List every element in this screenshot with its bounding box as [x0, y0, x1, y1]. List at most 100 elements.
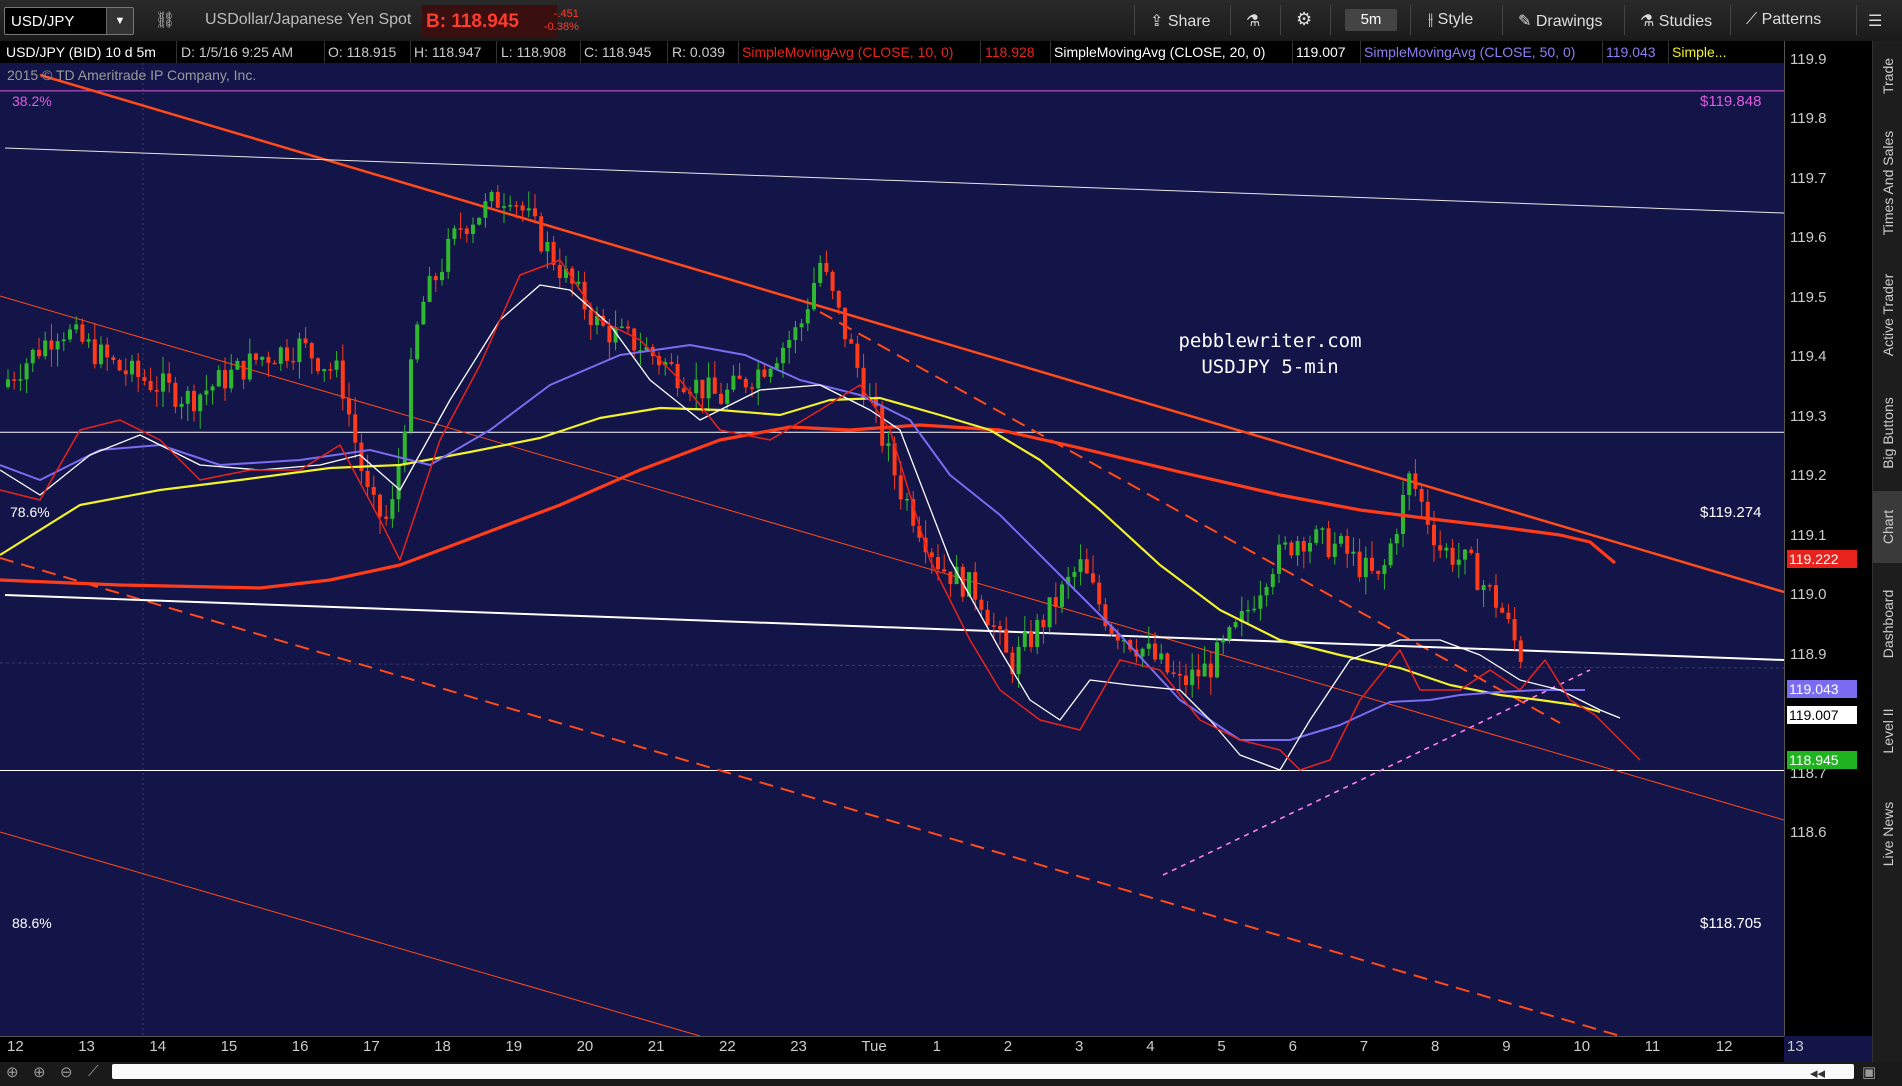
- candle-body: [1029, 632, 1033, 648]
- candle-body: [1264, 586, 1269, 596]
- candle-body: [272, 362, 277, 365]
- candle-body: [1270, 573, 1275, 587]
- time-tick-label: 4: [1146, 1038, 1155, 1055]
- candle-body: [68, 329, 72, 340]
- candle-body: [80, 324, 85, 342]
- time-axis[interactable]: [0, 1036, 1784, 1063]
- candle-body: [805, 309, 810, 324]
- candle-body: [607, 325, 612, 343]
- candle-body: [1171, 672, 1176, 674]
- candle-body: [1481, 585, 1486, 591]
- patterns-icon: ⟋: [1746, 11, 1758, 28]
- candle-body: [1506, 612, 1511, 620]
- chevron-left-icon[interactable]: ◂◂: [1810, 1064, 1825, 1082]
- candle-body: [161, 373, 165, 392]
- time-tick-label: Tue: [861, 1038, 887, 1055]
- candle-body: [458, 228, 463, 230]
- tab-dashboard[interactable]: Dashboard: [1873, 565, 1902, 683]
- price-tick-label: 119.3: [1790, 407, 1827, 425]
- candle-body: [37, 349, 41, 357]
- candle-body: [74, 324, 79, 330]
- sma10-label[interactable]: SimpleMovingAvg (CLOSE, 10, 0): [742, 44, 953, 60]
- candle-body: [787, 339, 792, 348]
- candle-body: [731, 375, 736, 390]
- candle-body: [781, 347, 785, 364]
- chart-title: USD/JPY (BID) 10 d 5m: [6, 44, 156, 60]
- symbol-selector[interactable]: USD/JPY ▼: [4, 7, 134, 35]
- tab-chart[interactable]: Chart: [1873, 491, 1902, 563]
- horizontal-scrollbar[interactable]: [112, 1064, 1854, 1079]
- candle-body: [123, 370, 128, 375]
- divider: [1360, 41, 1361, 63]
- candle-body: [743, 378, 748, 388]
- candle-body: [520, 205, 525, 211]
- price-tick-label: 119.6: [1790, 229, 1827, 247]
- candle-body: [173, 382, 178, 407]
- candle-body: [812, 282, 816, 310]
- expand-icon[interactable]: ▣: [1862, 1063, 1876, 1081]
- candle-body: [1438, 545, 1443, 551]
- drawing-tool-icon[interactable]: ⟋: [88, 1063, 99, 1080]
- flask-icon[interactable]: ⚗: [1246, 11, 1260, 31]
- pan-icon[interactable]: ⊕: [6, 1063, 19, 1081]
- candle-body: [1091, 573, 1095, 583]
- studies-button[interactable]: ⚗ Studies: [1640, 11, 1712, 31]
- time-tick-label: 19: [505, 1038, 523, 1055]
- candle-body: [204, 390, 209, 395]
- symbol-text: USD/JPY: [11, 13, 75, 30]
- price-tick-label: 119.5: [1790, 288, 1827, 306]
- candles: [6, 185, 1523, 698]
- time-tick-label: 2: [1003, 1038, 1013, 1055]
- style-button[interactable]: ⫲ Style: [1428, 11, 1473, 29]
- timeframe-selector[interactable]: 5m: [1345, 9, 1397, 31]
- chevron-down-icon[interactable]: ▼: [106, 8, 133, 34]
- drawings-button[interactable]: ✎ Drawings: [1518, 11, 1603, 31]
- candle-body: [24, 363, 29, 380]
- patterns-button[interactable]: ⟋ Patterns: [1746, 11, 1821, 29]
- tab-live-news[interactable]: Live News: [1873, 779, 1902, 889]
- candle-body: [1159, 653, 1164, 660]
- candle-body: [1463, 549, 1467, 560]
- candle-body: [1022, 632, 1027, 647]
- candle-body: [477, 217, 482, 225]
- candle-body: [371, 486, 376, 495]
- sma10-value: 118.928: [985, 44, 1035, 60]
- candle-body: [929, 552, 934, 558]
- gear-icon[interactable]: ⚙: [1296, 9, 1312, 30]
- sma-more-label[interactable]: Simple...: [1672, 44, 1726, 60]
- candle-body: [1314, 529, 1319, 543]
- divider: [496, 41, 497, 63]
- tab-level-ii[interactable]: Level II: [1873, 685, 1902, 777]
- candle-body: [539, 216, 544, 252]
- share-button[interactable]: ⇪ Share: [1150, 11, 1211, 31]
- candle-body: [365, 470, 370, 487]
- candle-body: [694, 379, 699, 394]
- sma50-label[interactable]: SimpleMovingAvg (CLOSE, 50, 0): [1364, 44, 1575, 60]
- tab-times-and-sales[interactable]: Times And Sales: [1873, 113, 1902, 253]
- candle-body: [725, 389, 730, 404]
- zoom-in-icon[interactable]: ⊕: [33, 1063, 46, 1081]
- price-chart[interactable]: [0, 63, 1784, 1036]
- candle-body: [384, 516, 389, 519]
- tab-active-trader[interactable]: Active Trader: [1873, 255, 1902, 375]
- candle-body: [291, 360, 296, 363]
- candle-body: [1394, 534, 1399, 544]
- time-tick-label: 11: [1644, 1038, 1661, 1055]
- candle-body: [278, 347, 283, 364]
- divider: [1410, 5, 1411, 35]
- candle-body: [1456, 559, 1461, 565]
- zoom-out-icon[interactable]: ⊖: [60, 1063, 73, 1081]
- tab-trade[interactable]: Trade: [1873, 41, 1902, 111]
- candle-body: [737, 375, 742, 379]
- link-icon[interactable]: ⛓: [155, 10, 175, 30]
- tab-big-buttons[interactable]: Big Buttons: [1873, 377, 1902, 489]
- sma20-label[interactable]: SimpleMovingAvg (CLOSE, 20, 0): [1054, 44, 1265, 60]
- candle-body: [30, 349, 35, 364]
- divider: [1602, 41, 1603, 63]
- menu-icon[interactable]: ☰: [1868, 11, 1882, 31]
- candle-body: [1258, 595, 1263, 609]
- support-line: [4, 594, 1784, 661]
- fib-382-price: $119.848: [1700, 93, 1762, 110]
- candle-body: [322, 369, 327, 372]
- fib-382-label: 38.2%: [12, 93, 52, 109]
